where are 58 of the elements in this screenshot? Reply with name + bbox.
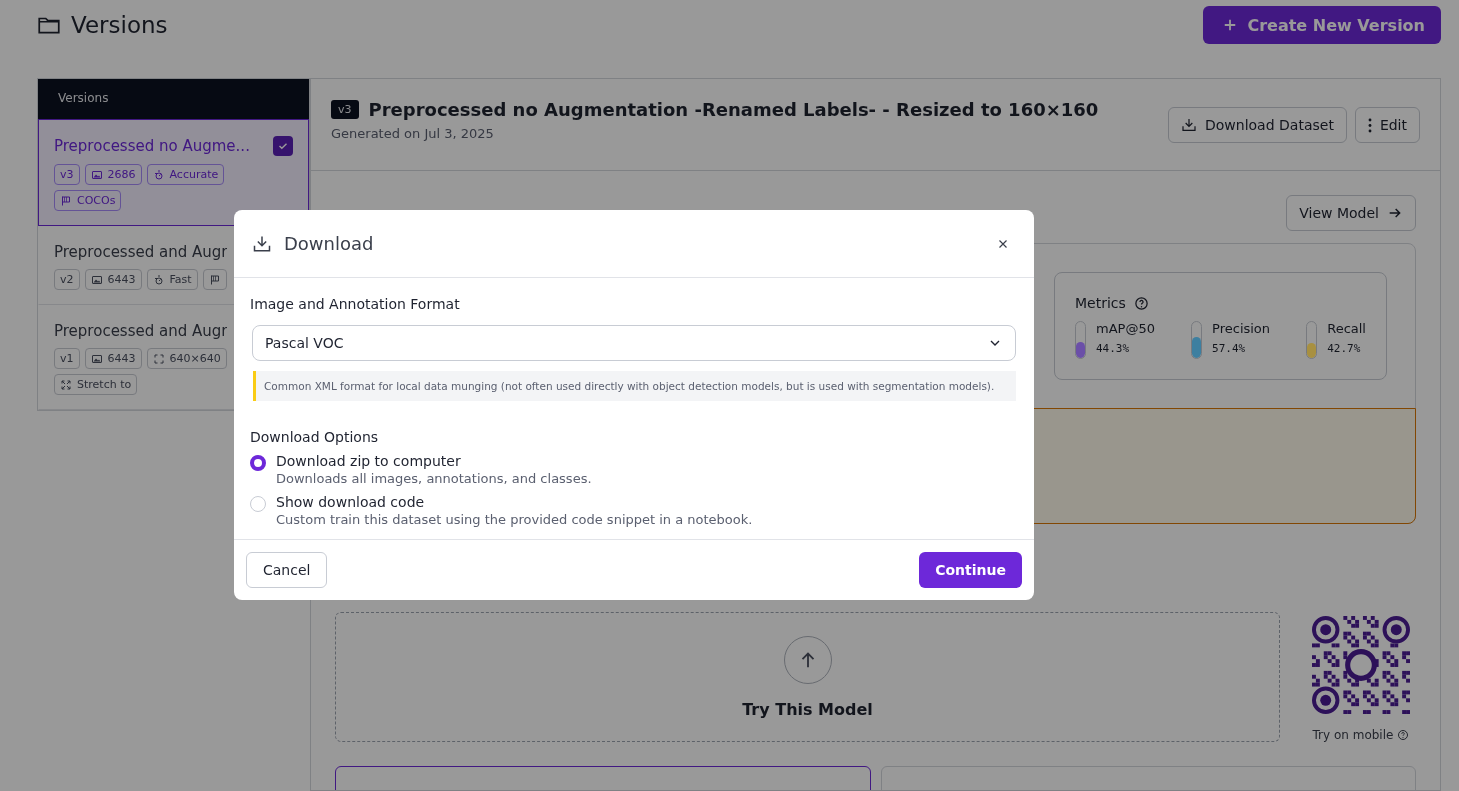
option-title: Download zip to computer [276,453,462,469]
resize-tag: 640×640 [146,348,227,369]
version-item[interactable]: Preprocessed no Augme... v3 2686 Accurate COCOs [38,119,309,226]
version-tag: v1 [54,348,80,369]
checkbox[interactable] [273,136,293,156]
preset-tag: Accurate [146,164,225,185]
options-label: Download Options [250,429,380,445]
continue-button[interactable]: Continue [919,552,1022,588]
create-version-button[interactable]: Create New Version [1203,6,1441,44]
metrics-title: Metrics [1075,295,1126,311]
option-description: Downloads all images, annotations, and classes. [276,471,592,486]
try-model-label: Try This Model [742,699,873,719]
version-title: Preprocessed no Augme... [54,137,250,155]
timer-icon [152,273,165,286]
flag-icon [208,273,221,286]
expand-icon [60,378,72,391]
format-dropdown[interactable]: Pascal VOC [252,325,1016,361]
format-description: Common XML format for local data munging (not often used directly with object detection models, but is used with segmentation models). [253,371,1016,401]
version-tag: v2 [54,269,80,290]
try-model-dropzone[interactable]: Try This Model [335,612,1280,742]
version-tag: v3 [54,164,80,185]
try-on-mobile-label: Try on mobile [1312,728,1394,742]
images-tag: 2686 [84,164,142,185]
timer-icon [152,168,165,181]
images-tag: 6443 [84,269,142,290]
frame-icon [152,352,165,365]
version-title: Preprocessed and Augr [54,243,228,261]
metric-value: 44.3% [1096,342,1131,355]
metric-value: 42.7% [1327,342,1362,355]
version-badge: v3 [331,100,359,119]
help-icon [1133,295,1149,311]
metric-label: Precision [1212,321,1271,336]
panel-header: Versions [38,79,309,119]
help-icon [1397,729,1410,741]
cancel-button[interactable]: Cancel [246,552,328,588]
option-description: Custom train this dataset using the provided code snippet in a notebook. [276,512,753,527]
more-icon [1367,117,1372,133]
classes-tag: COCOs [54,190,122,211]
metric-value: 57.4% [1212,342,1247,355]
image-icon [90,273,103,286]
edit-button[interactable]: Edit [1354,107,1420,143]
metric-label: mAP@50 [1096,321,1155,336]
view-model-button[interactable]: View Model [1286,195,1416,231]
image-icon [90,168,103,181]
version-title: Preprocessed no Augmentation -Renamed Labels- - Resized to 160×160 [368,99,1099,120]
metric-label: Recall [1327,321,1366,336]
page-title: Versions [71,12,168,38]
version-title: Preprocessed and Augr [54,322,228,340]
image-icon [90,352,103,365]
download-dataset-button[interactable]: Download Dataset [1168,107,1347,143]
option-title: Show download code [276,494,426,510]
preset-tag: Fast [146,269,198,290]
images-tag: 6443 [84,348,142,369]
radio-button[interactable] [250,455,266,471]
download-icon [1181,117,1197,133]
flag-icon [60,194,72,207]
stretch-tag: Stretch to [54,374,138,395]
generated-date: Generated on Jul 3, 2025 [331,126,495,141]
